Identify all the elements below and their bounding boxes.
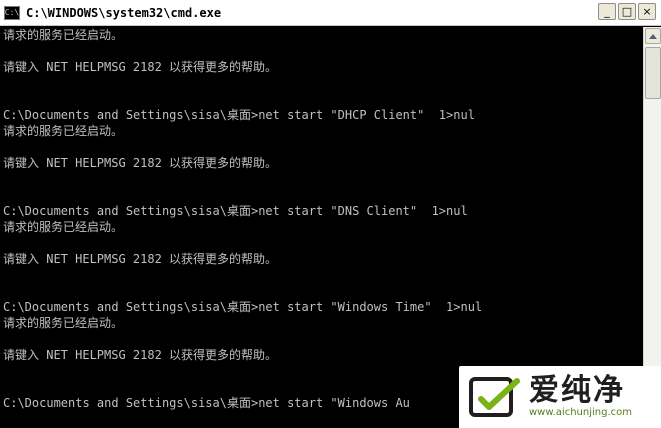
title-bar[interactable]: C:\ C:\WINDOWS\system32\cmd.exe _ □ ×: [0, 0, 661, 26]
watermark-badge: 爱纯净 www.aichunjing.com: [459, 366, 661, 428]
console-line: C:\Documents and Settings\sisa\桌面>net st…: [3, 108, 475, 122]
close-button[interactable]: ×: [638, 3, 656, 20]
maximize-icon: □: [621, 5, 633, 18]
maximize-button[interactable]: □: [618, 3, 636, 20]
console-line: 请键入 NET HELPMSG 2182 以获得更多的帮助。: [3, 348, 278, 362]
scroll-up-button[interactable]: [645, 28, 661, 44]
app-icon-glyph: C:\: [4, 7, 20, 17]
console-line: 请求的服务已经启动。: [3, 28, 124, 42]
aichunjing-logo-icon: [469, 377, 520, 417]
cmd-app-icon[interactable]: C:\: [4, 5, 20, 20]
console-line: 请求的服务已经启动。: [3, 316, 124, 330]
watermark-text-group: 爱纯净 www.aichunjing.com: [529, 375, 632, 419]
close-icon: ×: [642, 5, 652, 18]
console-line: 请键入 NET HELPMSG 2182 以获得更多的帮助。: [3, 252, 278, 266]
minimize-button[interactable]: _: [598, 3, 616, 20]
console-line: C:\Documents and Settings\sisa\桌面>net st…: [3, 300, 483, 314]
console-line: 请键入 NET HELPMSG 2182 以获得更多的帮助。: [3, 156, 278, 170]
console-line: C:\Documents and Settings\sisa\桌面>net st…: [3, 204, 468, 218]
minimize-icon: _: [604, 5, 610, 18]
window-title: C:\WINDOWS\system32\cmd.exe: [26, 5, 222, 20]
scrollbar-thumb[interactable]: [645, 47, 661, 99]
scroll-up-arrow-icon: [649, 33, 657, 39]
window-controls: _ □ ×: [598, 3, 656, 20]
console-line: 请求的服务已经启动。: [3, 124, 124, 138]
watermark-name: 爱纯净: [529, 373, 625, 408]
watermark-url: www.aichunjing.com: [529, 407, 632, 418]
console-line: 请求的服务已经启动。: [3, 220, 124, 234]
console-line: 请键入 NET HELPMSG 2182 以获得更多的帮助。: [3, 60, 278, 74]
